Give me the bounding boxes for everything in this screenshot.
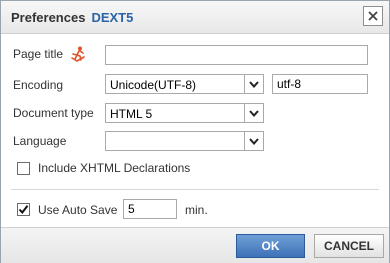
page-title-label: Page title — [13, 47, 64, 61]
language-label: Language — [13, 134, 67, 148]
encoding-label: Encoding — [13, 78, 64, 92]
autosave-label: Use Auto Save — [38, 203, 118, 217]
cancel-button[interactable]: CANCEL — [314, 234, 384, 258]
dialog-titlebar: Preferences DEXT5 — [1, 1, 389, 34]
language-dropdown-button[interactable] — [244, 132, 263, 150]
chevron-down-icon — [249, 109, 259, 117]
encoding-code-input[interactable] — [272, 74, 368, 94]
figure-icon[interactable] — [69, 45, 87, 63]
encoding-selected-value: Unicode(UTF-8) — [110, 78, 197, 92]
doctype-select[interactable]: HTML 5 — [105, 103, 264, 123]
close-button[interactable] — [363, 6, 383, 26]
doctype-selected-value: HTML 5 — [110, 107, 153, 121]
dialog-title-text: Preferences — [11, 10, 86, 25]
encoding-select[interactable]: Unicode(UTF-8) — [105, 74, 264, 94]
xhtml-checkbox[interactable] — [17, 162, 30, 175]
preferences-dialog: Preferences DEXT5 Page title Encoding Uni… — [0, 0, 390, 263]
chevron-down-icon — [249, 80, 259, 88]
ok-button[interactable]: OK — [236, 234, 305, 258]
autosave-checkbox[interactable] — [17, 203, 30, 216]
xhtml-checkbox-label: Include XHTML Declarations — [38, 161, 191, 175]
autosave-minutes-input[interactable] — [123, 199, 177, 219]
brand-label: DEXT5 — [91, 10, 134, 25]
section-divider — [11, 189, 379, 190]
chevron-down-icon — [249, 137, 259, 145]
page-title-input[interactable] — [105, 45, 368, 65]
doctype-dropdown-button[interactable] — [244, 104, 263, 122]
encoding-dropdown-button[interactable] — [244, 75, 263, 93]
autosave-unit-label: min. — [185, 203, 208, 217]
checkmark-icon — [18, 205, 29, 215]
dialog-title: Preferences DEXT5 — [11, 10, 133, 25]
doctype-label: Document type — [13, 106, 94, 120]
language-select[interactable] — [105, 131, 264, 151]
dialog-footer: OK CANCEL — [1, 227, 389, 263]
close-icon — [368, 11, 378, 21]
